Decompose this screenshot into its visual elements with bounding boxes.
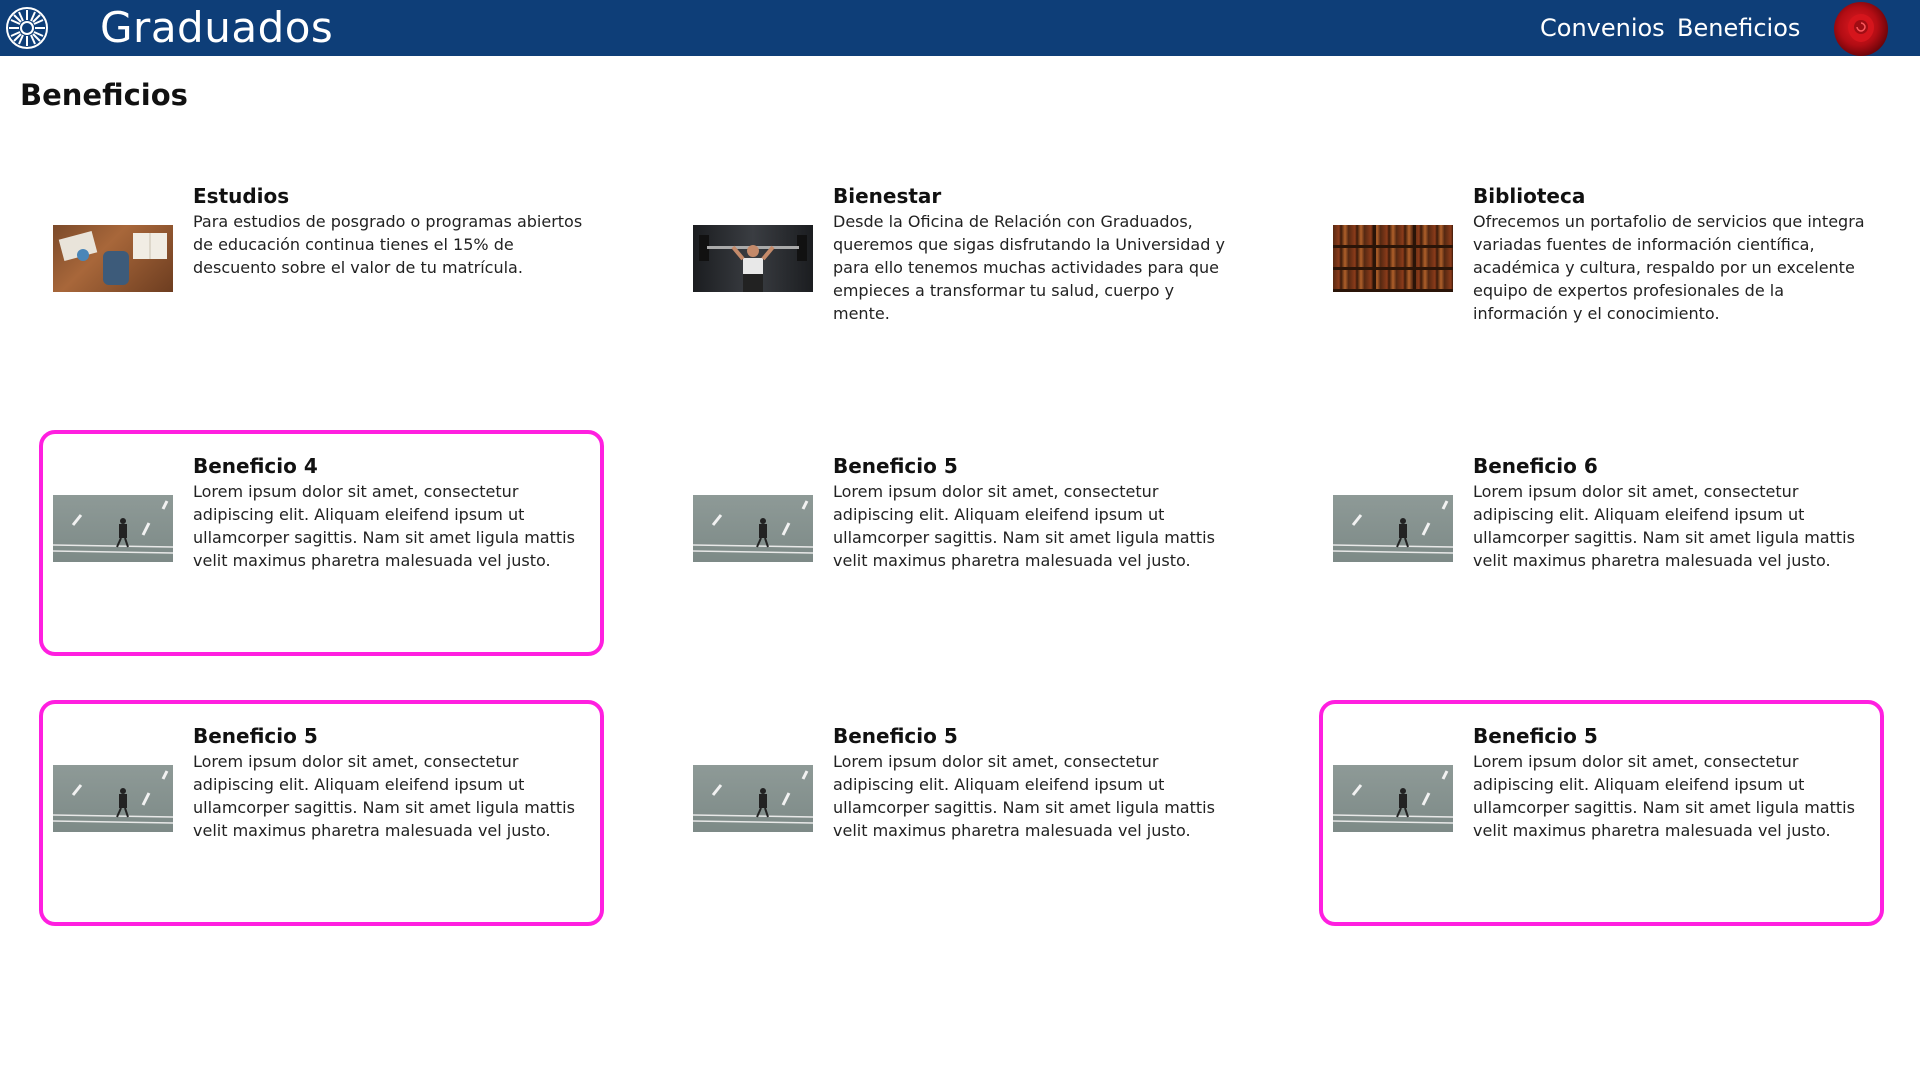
nav-link-convenios[interactable]: Convenios: [1540, 0, 1665, 56]
benefit-card-bienestar[interactable]: Bienestar Desde la Oficina de Relación c…: [679, 160, 1244, 386]
card-description: Lorem ipsum dolor sit amet, consectetur …: [193, 482, 575, 570]
card-title: Beneficio 5: [833, 454, 958, 478]
card-description: Desde la Oficina de Relación con Graduad…: [833, 212, 1225, 323]
road-thumbnail: [1333, 495, 1453, 562]
benefit-card-5[interactable]: Beneficio 5 Lorem ipsum dolor sit amet, …: [679, 430, 1244, 656]
top-navbar: Graduados Convenios Beneficios: [0, 0, 1920, 56]
card-title: Estudios: [193, 184, 290, 208]
card-description: Ofrecemos un portafolio de servicios que…: [1473, 212, 1865, 323]
card-title: Beneficio 5: [193, 724, 318, 748]
benefit-card-biblioteca[interactable]: Biblioteca Ofrecemos un portafolio de se…: [1319, 160, 1884, 386]
card-description: Para estudios de posgrado o programas ab…: [193, 212, 583, 277]
road-thumbnail: [1333, 765, 1453, 832]
university-logo-icon[interactable]: [5, 6, 49, 50]
library-thumbnail: [1333, 225, 1453, 292]
card-title: Beneficio 5: [1473, 724, 1598, 748]
card-title: Beneficio 5: [833, 724, 958, 748]
benefit-card-4[interactable]: Beneficio 4 Lorem ipsum dolor sit amet, …: [39, 430, 604, 656]
card-title: Biblioteca: [1473, 184, 1586, 208]
page-title: Beneficios: [20, 78, 188, 112]
card-description: Lorem ipsum dolor sit amet, consectetur …: [833, 482, 1215, 570]
card-description: Lorem ipsum dolor sit amet, consectetur …: [833, 752, 1215, 840]
benefit-card-8[interactable]: Beneficio 5 Lorem ipsum dolor sit amet, …: [679, 700, 1244, 926]
card-description: Lorem ipsum dolor sit amet, consectetur …: [193, 752, 575, 840]
road-thumbnail: [53, 495, 173, 562]
card-title: Beneficio 4: [193, 454, 318, 478]
benefit-card-9[interactable]: Beneficio 5 Lorem ipsum dolor sit amet, …: [1319, 700, 1884, 926]
wellness-thumbnail: [693, 225, 813, 292]
card-title: Bienestar: [833, 184, 942, 208]
avatar[interactable]: [1834, 2, 1888, 56]
card-description: Lorem ipsum dolor sit amet, consectetur …: [1473, 482, 1855, 570]
nav-link-beneficios[interactable]: Beneficios: [1677, 0, 1800, 56]
studies-thumbnail: [53, 225, 173, 292]
card-title: Beneficio 6: [1473, 454, 1598, 478]
brand-title[interactable]: Graduados: [100, 2, 333, 54]
road-thumbnail: [693, 495, 813, 562]
road-thumbnail: [53, 765, 173, 832]
card-description: Lorem ipsum dolor sit amet, consectetur …: [1473, 752, 1855, 840]
benefit-card-7[interactable]: Beneficio 5 Lorem ipsum dolor sit amet, …: [39, 700, 604, 926]
benefit-card-estudios[interactable]: Estudios Para estudios de posgrado o pro…: [39, 160, 604, 386]
road-thumbnail: [693, 765, 813, 832]
benefit-card-6[interactable]: Beneficio 6 Lorem ipsum dolor sit amet, …: [1319, 430, 1884, 656]
